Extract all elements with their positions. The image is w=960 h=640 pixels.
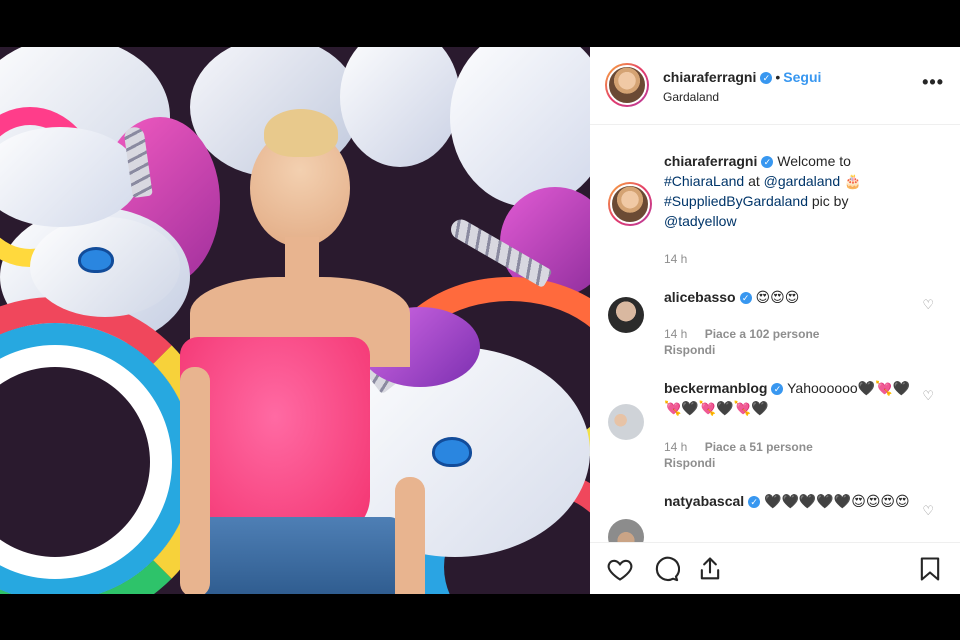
reply-button[interactable]: Rispondi [664, 343, 715, 357]
commenter-username[interactable]: beckermanblog [664, 380, 767, 396]
comment-content: 😍😍😍 [755, 289, 800, 305]
verified-badge-icon: ✓ [761, 156, 774, 169]
author-avatar[interactable] [605, 63, 649, 107]
mention-link[interactable]: @gardaland [764, 173, 841, 189]
comment-text: beckermanblog ✓ Yahoooooo🖤💘🖤💘🖤💘🖤💘🖤 [664, 378, 919, 418]
post-side-panel: chiaraferragni ✓ • Segui Gardaland ••• chia… [590, 47, 960, 594]
caption-text: chiaraferragni ✓ Welcome to #ChiaraLand a… [664, 151, 919, 231]
separator-dot: • [775, 69, 781, 85]
comment-meta: 14 h Piace a 102 persone [664, 327, 819, 341]
comment-text: natyabascal ✓ 🖤🖤🖤🖤🖤😍😍😍😍 [664, 491, 919, 511]
comment-text: alicebasso ✓ 😍😍😍 [664, 287, 919, 307]
action-bar [590, 542, 960, 594]
share-icon[interactable] [696, 555, 724, 583]
caption-time: 14 h [664, 252, 688, 266]
reply-button[interactable]: Rispondi [664, 456, 715, 470]
comment-item: alicebasso ✓ 😍😍😍 14 h Piace a 102 persone… [608, 287, 948, 357]
post-header: chiaraferragni ✓ • Segui Gardaland ••• [590, 47, 960, 125]
comment-content: 🖤🖤🖤🖤🖤😍😍😍😍 [764, 493, 910, 509]
person-arm [395, 477, 425, 594]
commenter-username[interactable]: alicebasso [664, 289, 736, 305]
heart-icon[interactable] [606, 555, 634, 583]
hashtag-link[interactable]: #SuppliedByGardaland [664, 193, 808, 209]
comment-meta: 14 h Piace a 51 persone [664, 440, 813, 454]
follow-button[interactable]: Segui [783, 69, 821, 85]
commenter-avatar[interactable] [608, 404, 644, 440]
person-arm [180, 367, 210, 594]
heart-icon[interactable]: ♡ [922, 388, 934, 404]
post-photo[interactable] [0, 47, 590, 594]
caption-text-part: at [748, 173, 760, 189]
unicorn-eye [78, 247, 114, 273]
heart-icon[interactable]: ♡ [922, 297, 934, 313]
comment-item: natyabascal ✓ 🖤🖤🖤🖤🖤😍😍😍😍 ♡ [608, 491, 948, 543]
cake-emoji: 🎂 [844, 173, 862, 189]
unicorn-eye [432, 437, 472, 467]
comment-likes[interactable]: Piace a 51 persone [705, 440, 813, 454]
more-horizontal-icon[interactable]: ••• [922, 72, 944, 93]
commenter-username[interactable]: natyabascal [664, 493, 744, 509]
bookmark-icon[interactable] [916, 555, 944, 583]
author-username[interactable]: chiaraferragni [663, 69, 756, 85]
balloon-shape [450, 47, 590, 207]
caption-username[interactable]: chiaraferragni [664, 153, 757, 169]
hashtag-link[interactable]: #ChiaraLand [664, 173, 744, 189]
balloon-shape [340, 47, 460, 167]
comment-icon[interactable] [652, 555, 680, 583]
comment-time: 14 h [664, 440, 688, 454]
instagram-post: chiaraferragni ✓ • Segui Gardaland ••• chia… [0, 47, 960, 594]
comment-likes[interactable]: Piace a 102 persone [705, 327, 820, 341]
comment-item: beckermanblog ✓ Yahoooooo🖤💘🖤💘🖤💘🖤💘🖤 14 h P… [608, 378, 948, 470]
verified-badge-icon: ✓ [748, 496, 761, 509]
verified-badge-icon: ✓ [739, 292, 752, 305]
caption-text-part: pic by [811, 193, 849, 209]
verified-badge-icon: ✓ [771, 383, 784, 396]
post-caption: chiaraferragni ✓ Welcome to #ChiaraLand a… [608, 151, 948, 266]
denim-skirt [190, 517, 400, 594]
commenter-avatar[interactable] [608, 297, 644, 333]
person-hair [264, 109, 338, 157]
commenter-avatar[interactable] [608, 519, 644, 543]
caption-avatar[interactable] [608, 182, 652, 226]
caption-text-part: Welcome to [777, 153, 851, 169]
location-link[interactable]: Gardaland [663, 90, 719, 104]
mention-link[interactable]: @tadyellow [664, 213, 737, 229]
verified-badge-icon: ✓ [760, 71, 773, 84]
heart-icon[interactable]: ♡ [922, 503, 934, 519]
comment-time: 14 h [664, 327, 688, 341]
